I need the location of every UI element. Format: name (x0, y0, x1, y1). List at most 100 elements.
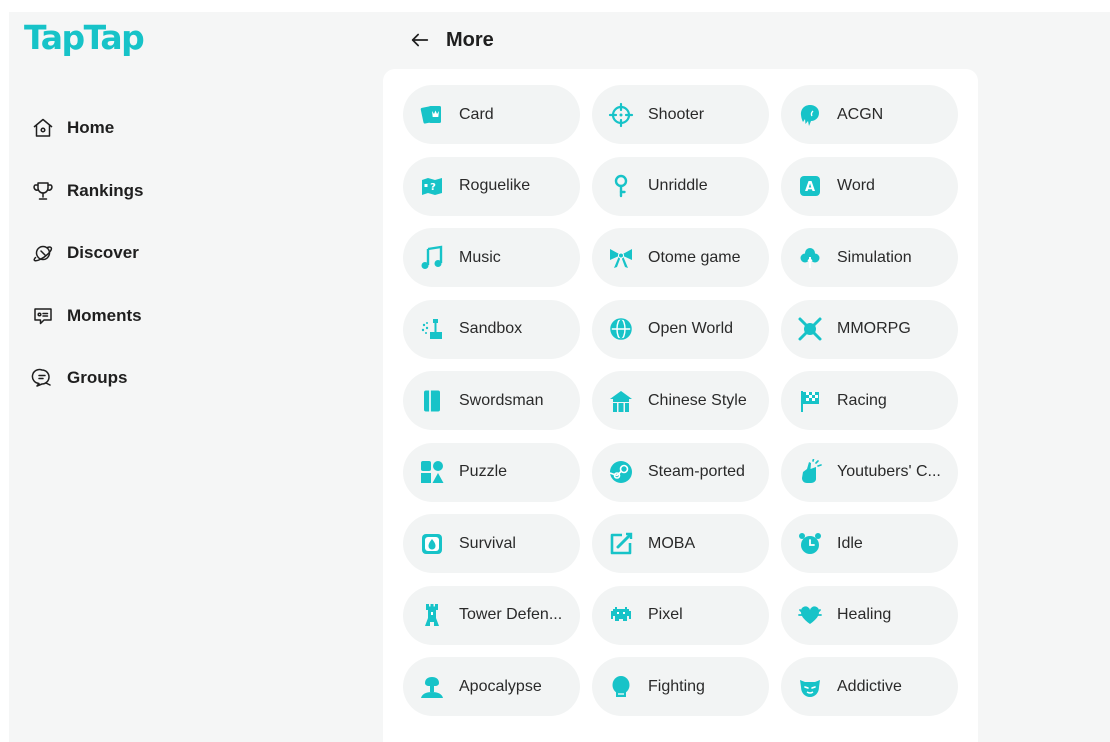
checkered-flag-icon (801, 390, 819, 412)
sidebar-item-moments[interactable]: Moments (29, 285, 279, 348)
genre-tag-swordsman[interactable]: Swordsman (403, 371, 580, 430)
genre-tag-shooter[interactable]: Shooter (592, 85, 769, 144)
genre-tag-label: Idle (837, 534, 863, 552)
genre-panel: Card Shooter ACGN ? Roguelike Unriddle A… (383, 69, 978, 742)
genre-tag-label: Sandbox (459, 320, 523, 337)
genre-tag-otome-game[interactable]: Otome game (592, 228, 769, 287)
genre-tag-racing[interactable]: Racing (781, 371, 958, 430)
genre-grid: Card Shooter ACGN ? Roguelike Unriddle A… (403, 85, 958, 716)
genre-tag-label: Music (459, 248, 501, 266)
groups-icon (31, 369, 51, 387)
sidebar-item-label: Home (67, 118, 115, 138)
genre-tag-label: Healing (837, 606, 892, 623)
shapes-icon (421, 461, 444, 483)
genre-tag-tower-defense[interactable]: Tower Defen... (403, 585, 580, 645)
map-question-icon: ? (422, 178, 442, 195)
page-header: More (384, 12, 494, 68)
genre-tag-label: Open World (648, 320, 734, 337)
steam-icon (609, 461, 632, 483)
sidebar-item-label: Discover (67, 243, 139, 263)
sidebar-item-discover[interactable]: Discover (29, 222, 279, 285)
letter-a-icon: A (800, 176, 820, 196)
sidebar-item-label: Groups (67, 368, 128, 388)
back-button[interactable] (404, 24, 436, 56)
edit-square-icon (610, 532, 633, 554)
crossed-swords-icon (798, 317, 822, 341)
genre-tag-addictive[interactable]: Addictive (781, 657, 958, 716)
mushroom-cloud-icon (421, 676, 443, 698)
genre-tag-acgn[interactable]: ACGN (781, 85, 958, 144)
genre-tag-simulation[interactable]: Simulation (781, 228, 958, 287)
genre-tag-label: Shooter (648, 105, 705, 123)
arrow-left-icon (411, 33, 429, 47)
genre-tag-label: Youtubers' C... (837, 463, 941, 480)
genre-tag-label: MMORPG (837, 320, 911, 337)
genre-tag-label: ACGN (837, 105, 884, 123)
tower-icon (425, 604, 439, 626)
genre-tag-label: Puzzle (459, 463, 508, 480)
cat-face-icon (800, 679, 820, 697)
sandbox-icon (421, 319, 442, 339)
sidebar-item-rankings[interactable]: Rankings (29, 160, 279, 223)
genre-tag-healing[interactable]: Healing (781, 585, 958, 645)
genre-tag-apocalypse[interactable]: Apocalypse (403, 657, 580, 716)
genre-tag-label: Fighting (648, 677, 705, 695)
home-icon (33, 119, 53, 137)
genre-tag-music[interactable]: Music (403, 228, 580, 287)
genre-tag-chinese-style[interactable]: Chinese Style (592, 371, 769, 430)
genre-tag-label: Card (459, 105, 494, 123)
key-icon (614, 174, 628, 198)
genre-tag-idle[interactable]: Idle (781, 514, 958, 573)
genre-tag-label: Apocalypse (459, 677, 542, 695)
cards-icon (420, 105, 441, 124)
svg-text:?: ? (430, 182, 436, 193)
genre-tag-moba[interactable]: MOBA (592, 514, 769, 573)
genre-tag-fighting[interactable]: Fighting (592, 657, 769, 716)
genre-tag-label: Steam-ported (648, 463, 745, 480)
genre-tag-label: Unriddle (648, 177, 708, 194)
genre-tag-label: Swordsman (459, 391, 544, 409)
pagoda-icon (610, 390, 632, 412)
sidebar-item-label: Rankings (67, 180, 144, 200)
genre-tag-steam-ported[interactable]: Steam-ported (592, 442, 769, 502)
genre-tag-label: Word (837, 177, 875, 194)
genre-tag-label: Addictive (837, 677, 902, 695)
genre-tag-roguelike[interactable]: ? Roguelike (403, 156, 580, 216)
space-invader-icon (611, 607, 631, 621)
genre-tag-sandbox[interactable]: Sandbox (403, 299, 580, 359)
sidebar-nav: Home Rankings Discover Moments Groups (29, 97, 279, 410)
bow-icon (610, 248, 632, 268)
genre-tag-youtubers-choice[interactable]: Youtubers' C... (781, 442, 958, 502)
music-note-icon (421, 245, 443, 269)
book-icon (424, 390, 440, 411)
genre-tag-puzzle[interactable]: Puzzle (403, 442, 580, 502)
sidebar-item-groups[interactable]: Groups (29, 347, 279, 410)
genre-tag-label: Otome game (648, 248, 741, 266)
taptap-logo[interactable]: TapTap (24, 18, 145, 58)
genre-tag-label: Tower Defen... (459, 606, 563, 623)
crosshair-icon (608, 102, 634, 127)
trophy-icon (33, 182, 53, 200)
sidebar-item-label: Moments (67, 305, 142, 325)
globe-icon (610, 318, 632, 340)
genre-tag-label: Pixel (648, 606, 683, 623)
fighter-icon (612, 675, 630, 697)
genre-tag-mmorpg[interactable]: MMORPG (781, 299, 958, 359)
sidebar-item-home[interactable]: Home (29, 97, 279, 160)
alarm-clock-icon (799, 532, 821, 554)
page-title: More (446, 28, 494, 51)
genre-tag-label: MOBA (648, 534, 696, 552)
hand-icon (802, 459, 822, 483)
genre-tag-word[interactable]: A Word (781, 156, 958, 216)
genre-tag-label: Survival (459, 534, 516, 552)
genre-tag-survival[interactable]: Survival (403, 514, 580, 573)
genre-tag-unriddle[interactable]: Unriddle (592, 156, 769, 216)
heart-icon (798, 606, 822, 624)
genre-tag-card[interactable]: Card (403, 85, 580, 144)
app-window: TapTap Home Rankings Discover Moments Gr… (9, 12, 1110, 742)
survival-icon (422, 533, 442, 554)
anime-head-icon (800, 104, 819, 126)
genre-tag-open-world[interactable]: Open World (592, 299, 769, 359)
genre-tag-label: Simulation (837, 248, 912, 266)
genre-tag-pixel[interactable]: Pixel (592, 585, 769, 645)
